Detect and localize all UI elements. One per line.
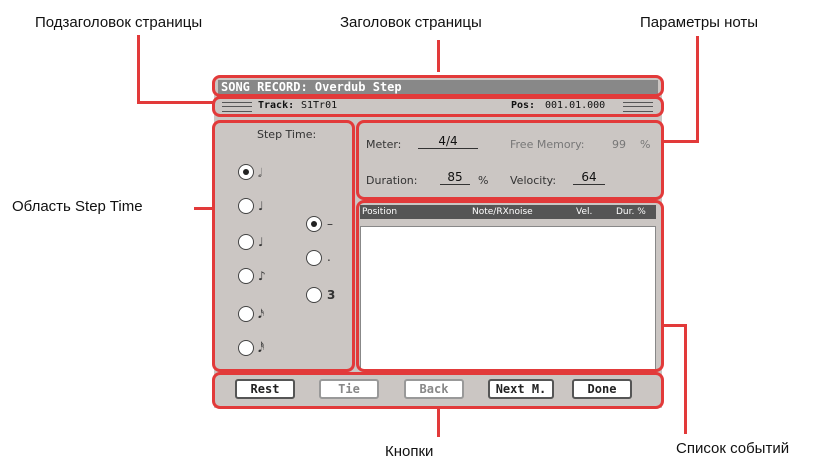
callout-title: Заголовок страницы <box>340 14 482 31</box>
callout-buttons: Кнопки <box>385 443 434 460</box>
highlight-step-time <box>212 120 355 372</box>
highlight-note-params <box>356 120 664 200</box>
leader-note-params <box>696 36 699 142</box>
leader-step-time <box>194 207 214 210</box>
callout-event-list: Список событий <box>676 440 790 457</box>
leader-subtitle-h <box>137 101 215 104</box>
leader-title <box>437 40 440 72</box>
highlight-buttons <box>212 372 664 409</box>
leader-event-list <box>684 324 687 434</box>
callout-note-params: Параметры ноты <box>640 14 759 31</box>
highlight-subtitle <box>212 96 664 117</box>
callout-subtitle: Подзаголовок страницы <box>35 14 203 31</box>
leader-subtitle <box>137 35 140 101</box>
highlight-title <box>212 75 664 97</box>
highlight-event-list <box>356 200 664 372</box>
leader-event-list-h <box>662 324 686 327</box>
leader-buttons <box>437 409 440 437</box>
callout-step-time-area: Область Step Time <box>12 198 143 215</box>
leader-note-params-h <box>662 140 699 143</box>
